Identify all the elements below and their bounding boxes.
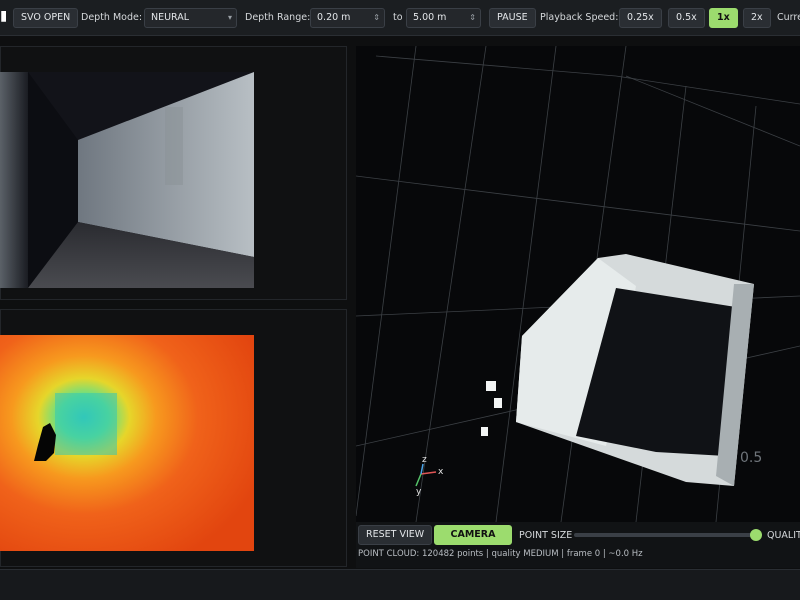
- depth-min-input[interactable]: 0.20 m ⇕: [310, 8, 385, 28]
- speed-1-button[interactable]: 1x: [709, 8, 738, 28]
- stepper-icon[interactable]: ⇕: [373, 9, 380, 27]
- chevron-down-icon: ▾: [227, 13, 232, 22]
- depth-range-label: Depth Range:: [245, 12, 311, 23]
- speed-05-button[interactable]: 0.5x: [668, 8, 705, 28]
- rgb-camera-image: [0, 72, 254, 288]
- range-to-label: to: [393, 12, 403, 23]
- app-logo: ■: [0, 8, 6, 28]
- depth-max-input[interactable]: 5.00 m ⇕: [406, 8, 481, 28]
- axis-gizmo: x z y: [415, 455, 444, 497]
- quality-label: QUALITY: [767, 530, 800, 541]
- pause-button[interactable]: PAUSE: [489, 8, 536, 28]
- depth-max-value: 5.00 m: [413, 12, 447, 23]
- speed-2-button[interactable]: 2x: [743, 8, 771, 28]
- bottom-bar: [0, 569, 800, 600]
- reset-view-button[interactable]: RESET VIEW: [358, 525, 433, 545]
- depth-map-image: [0, 335, 254, 551]
- depth-mode-label: Depth Mode:: [81, 12, 143, 23]
- point-size-slider[interactable]: [574, 533, 756, 537]
- depth-min-value: 0.20 m: [317, 12, 351, 23]
- axis-z-label: z: [422, 455, 427, 465]
- stepper-icon[interactable]: ⇕: [469, 9, 476, 27]
- depth-mode-select[interactable]: NEURAL ▾: [144, 8, 237, 28]
- svo-open-button[interactable]: SVO OPEN: [13, 8, 79, 28]
- speed-025-button[interactable]: 0.25x: [619, 8, 662, 28]
- depth-mode-value: NEURAL: [151, 12, 190, 23]
- axis-tick-label: 0.5: [740, 450, 762, 466]
- playback-speed-label: Playback Speed:: [540, 12, 619, 23]
- toolbar: ■ SVO OPEN Depth Mode: NEURAL ▾ Depth Ra…: [0, 0, 800, 36]
- axis-x-label: x: [438, 467, 444, 477]
- axis-y-label: y: [416, 487, 422, 497]
- status-text: POINT CLOUD: 120482 points | quality MED…: [358, 549, 643, 559]
- point-size-slider-thumb[interactable]: [750, 529, 762, 541]
- current-label: Curre: [777, 12, 800, 23]
- camera-lock-button[interactable]: CAMERA LOCK: [434, 525, 512, 545]
- point-cloud-viewport[interactable]: 0.5 x z y: [356, 46, 800, 522]
- point-size-label: POINT SIZE: [519, 530, 573, 541]
